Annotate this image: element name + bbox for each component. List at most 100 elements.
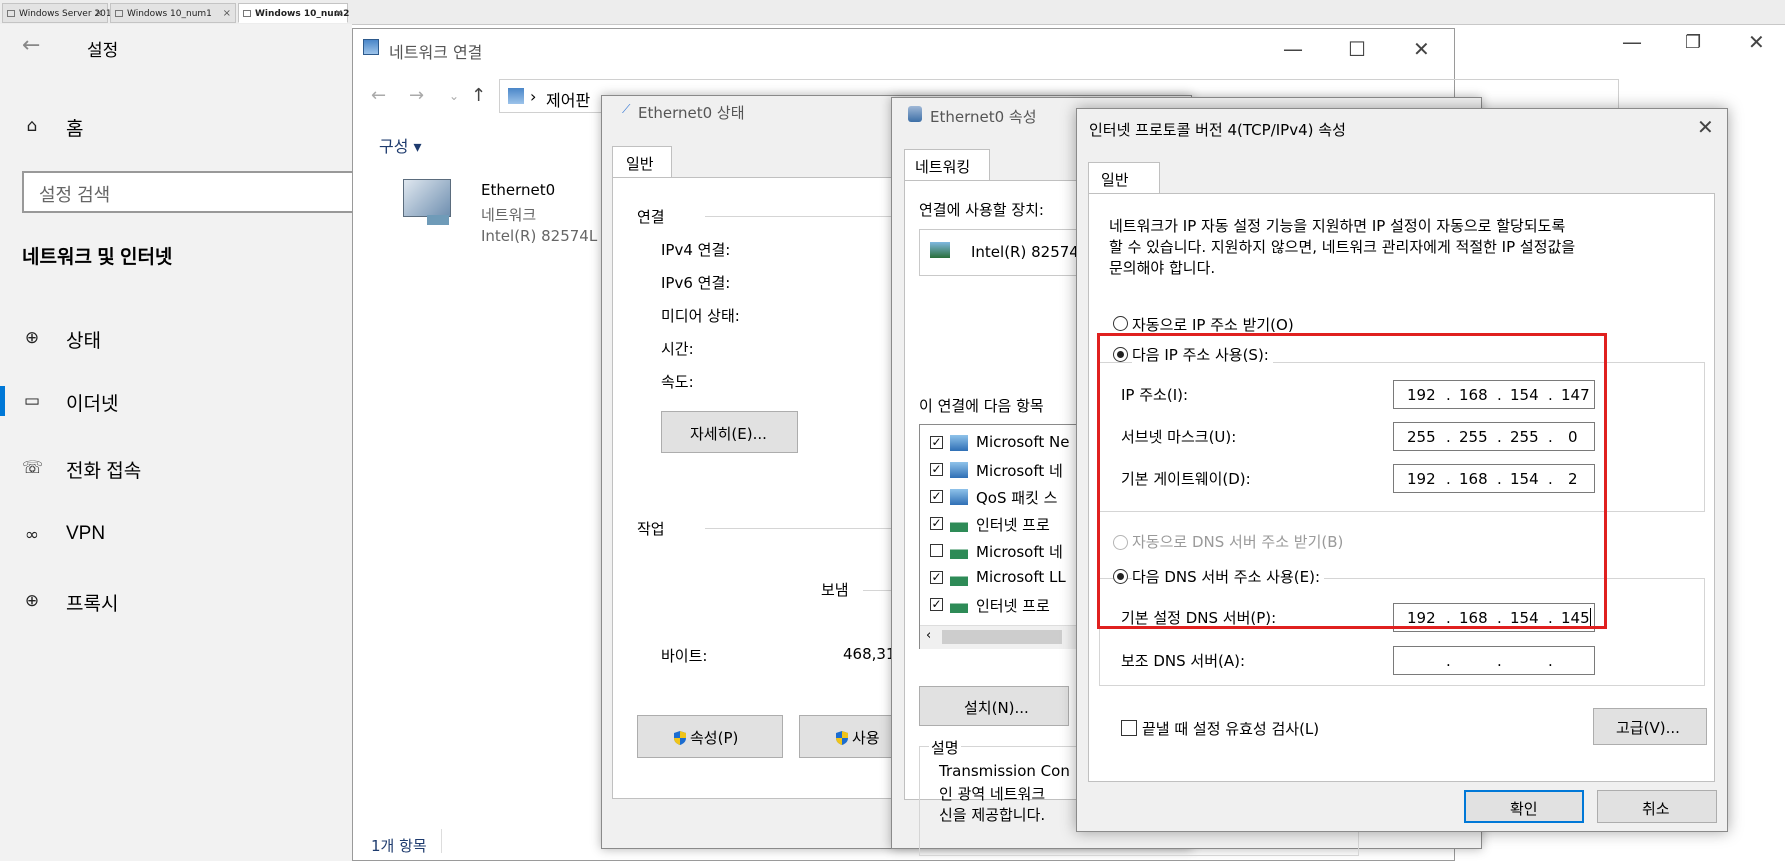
close-icon[interactable]: × (223, 4, 231, 24)
organize-menu[interactable]: 구성 ▾ (379, 133, 422, 157)
auto-ip-radio[interactable] (1113, 316, 1128, 331)
manual-dns-label[interactable]: 다음 DNS 서버 주소 사용(E): (1132, 566, 1325, 587)
manual-ip-label[interactable]: 다음 IP 주소 사용(S): (1132, 344, 1273, 365)
component-checkbox[interactable] (930, 544, 943, 557)
adapter-name[interactable]: Ethernet0 (481, 181, 555, 199)
component-label: Microsoft 네 (976, 543, 1063, 561)
gateway-field[interactable]: 192. 168. 154. 2 (1393, 464, 1595, 493)
dot: . (1548, 470, 1553, 488)
network-adapter-icon[interactable] (403, 179, 451, 217)
vm-tab-server2019[interactable]: Windows Server 2019 × (2, 3, 117, 24)
cancel-button[interactable]: 취소 (1597, 790, 1717, 823)
disable-button-content: 사용 (834, 727, 880, 748)
manual-ip-radio[interactable] (1113, 347, 1128, 362)
alternate-dns-field[interactable]: . . . (1393, 646, 1595, 675)
nav-status[interactable]: ⊕ 상태 (0, 318, 352, 358)
tab-general[interactable]: 일반 (1088, 162, 1160, 194)
vm-tab-bar: Windows Server 2019 × Windows 10_num1 × Wi… (0, 0, 1785, 25)
component-checkbox[interactable]: ✓ (930, 436, 943, 449)
restore-button[interactable]: ❐ (1685, 32, 1701, 53)
component-checkbox[interactable]: ✓ (930, 517, 943, 530)
component-checkbox[interactable]: ✓ (930, 571, 943, 584)
close-button[interactable]: ✕ (1413, 37, 1430, 61)
octet-1: 192 (1407, 386, 1436, 404)
shield-icon (836, 731, 848, 745)
tab-label: 일반 (1101, 171, 1129, 189)
vpn-icon: ∞ (24, 525, 40, 545)
chevron-down-icon[interactable]: ⌄ (449, 89, 459, 103)
settings-title: 설정 (87, 41, 119, 60)
properties-button-content: 속성(P) (672, 727, 738, 748)
auto-dns-label: 자동으로 DNS 서버 주소 받기(B) (1132, 533, 1344, 551)
settings-search-input[interactable]: 설정 검색 (22, 171, 362, 213)
nav-ethernet-label: 이더넷 (66, 394, 119, 415)
ok-button[interactable]: 확인 (1464, 790, 1584, 823)
ethernet-icon: ▭ (23, 391, 41, 411)
auto-dns-radio[interactable] (1113, 535, 1128, 550)
up-arrow-icon[interactable]: ↑ (471, 85, 486, 106)
nav-vpn[interactable]: ∞ VPN (0, 515, 352, 555)
scroll-thumb[interactable] (942, 630, 1062, 644)
install-button[interactable]: 설치(N)... (919, 686, 1069, 726)
octet-1: 255 (1407, 428, 1436, 446)
auto-ip-label[interactable]: 자동으로 IP 주소 받기(O) (1132, 314, 1294, 335)
close-button[interactable]: ✕ (1748, 30, 1765, 54)
nav-home[interactable]: ⌂ 홈 (0, 106, 352, 146)
forward-arrow-icon[interactable]: → (409, 85, 424, 106)
component-label: 인터넷 프로 (976, 597, 1050, 615)
scroll-left-icon[interactable]: ‹ (926, 628, 931, 643)
component-label: Microsoft 네 (976, 462, 1063, 480)
validate-checkbox[interactable] (1121, 720, 1137, 736)
back-arrow-icon[interactable]: ← (22, 33, 40, 58)
dot: . (1446, 470, 1451, 488)
minimize-button[interactable]: — (1283, 37, 1303, 61)
manual-dns-radio[interactable] (1113, 569, 1128, 584)
items-label: 이 연결에 다음 항목 (919, 397, 1044, 415)
disable-button[interactable]: 사용 (799, 715, 899, 758)
globe-icon: ⊕ (24, 591, 40, 611)
details-button[interactable]: 자세히(E)... (661, 411, 798, 453)
dot: . (1497, 609, 1502, 627)
ip-address-field[interactable]: 192. 168. 154. 147 (1393, 380, 1595, 409)
breadcrumb-control-panel[interactable]: 제어판 (546, 87, 590, 111)
nav-status-label: 상태 (66, 331, 101, 352)
component-label: Microsoft Ne (976, 433, 1070, 451)
validate-label[interactable]: 끝낼 때 설정 유효성 검사(L) (1142, 718, 1319, 739)
component-checkbox[interactable]: ✓ (930, 463, 943, 476)
octet-2: 168 (1459, 386, 1488, 404)
section-title: 네트워크 및 인터넷 (22, 247, 173, 268)
nav-proxy[interactable]: ⊕ 프록시 (0, 581, 352, 621)
ipv6-connection-label: IPv6 연결: (661, 274, 731, 292)
nav-ethernet[interactable]: ▭ 이더넷 (0, 381, 352, 421)
advanced-button[interactable]: 고급(V)... (1593, 708, 1707, 745)
protocol-icon (950, 543, 968, 559)
vm-tab-win10-num1[interactable]: Windows 10_num1 × (110, 3, 236, 23)
dot: . (1497, 428, 1502, 446)
component-checkbox[interactable]: ✓ (930, 598, 943, 611)
details-button-label: 자세히(E)... (690, 425, 767, 443)
dialog-title: Ethernet0 상태 (638, 104, 745, 122)
subnet-mask-label: 서브넷 마스크(U): (1121, 428, 1237, 446)
status-divider (441, 829, 442, 853)
component-label: QoS 패킷 스 (976, 489, 1058, 507)
vm-tab-win10-num2[interactable]: Windows 10_num2 × (238, 3, 349, 24)
nav-home-label: 홈 (66, 119, 84, 140)
close-icon[interactable]: × (335, 4, 343, 24)
close-button[interactable]: ✕ (1697, 115, 1714, 139)
network-properties-icon (908, 106, 922, 122)
minimize-button[interactable]: — (1622, 30, 1642, 54)
tab-networking[interactable]: 네트워킹 (904, 149, 990, 181)
properties-button[interactable]: 속성(P) (637, 715, 783, 758)
subnet-mask-field[interactable]: 255. 255. 255. 0 (1393, 422, 1595, 451)
tab-general[interactable]: 일반 (612, 146, 672, 178)
back-arrow-icon[interactable]: ← (371, 85, 386, 106)
component-checkbox[interactable]: ✓ (930, 490, 943, 503)
close-icon[interactable]: × (95, 4, 103, 24)
organize-label: 구성 (379, 137, 409, 156)
status-bar-count: 1개 항목 (371, 837, 427, 855)
preferred-dns-field[interactable]: 192. 168. 154. 145 (1393, 603, 1595, 632)
ipv4-general-panel: 네트워크가 IP 자동 설정 기능을 지원하면 IP 설정이 자동으로 할당되도… (1088, 193, 1715, 782)
nav-dialup[interactable]: ☏ 전화 접속 (0, 448, 352, 488)
maximize-button[interactable]: ☐ (1348, 37, 1366, 61)
client-service-icon (950, 435, 968, 451)
